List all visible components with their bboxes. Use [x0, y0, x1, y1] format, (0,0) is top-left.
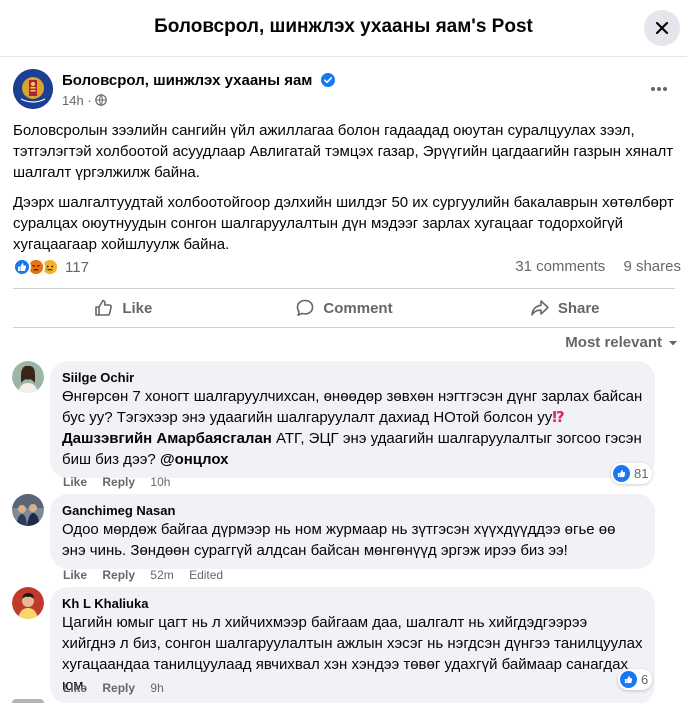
comment-bubble: Siilge Ochir Өнгөрсөн 7 хоногт шалгаруул… [50, 361, 655, 478]
comment-button[interactable]: Comment [234, 289, 455, 327]
like-outline-icon [95, 299, 113, 316]
reactions-summary[interactable]: 117 [13, 257, 89, 277]
share-icon [531, 300, 549, 316]
comment-time[interactable]: 10h [150, 475, 170, 489]
comment-like-button[interactable]: Like [63, 475, 87, 489]
more-horizontal-icon [651, 87, 667, 91]
comment-time[interactable]: 9h [150, 681, 163, 695]
post-time[interactable]: 14h [62, 93, 84, 108]
comment-reaction-count: 6 [641, 672, 649, 687]
avatar[interactable] [12, 494, 44, 526]
comment-actions: Like Reply 10h [63, 475, 182, 489]
globe-icon [95, 94, 108, 106]
comment-like-button[interactable]: Like [63, 568, 87, 582]
mention-link[interactable]: @онцлох [160, 451, 229, 468]
dialog-title: Боловсрол, шинжлэх ухааны яам's Post [154, 16, 533, 37]
comment-actions: Like Reply 9h [63, 681, 176, 695]
sort-label: Most relevant [565, 334, 662, 351]
ministry-logo-icon [13, 69, 53, 109]
comment-label: Comment [323, 299, 393, 317]
like-icon [13, 258, 31, 276]
comment-text: Одоо мөрдөж байгаа дүрмээр нь ном журмаа… [62, 521, 616, 559]
comment-reactions[interactable]: 81 [611, 463, 653, 484]
avatar[interactable] [12, 361, 44, 393]
comment-reaction-count: 81 [634, 466, 649, 481]
comment-reply-button[interactable]: Reply [102, 681, 135, 695]
comment-reactions[interactable]: 6 [618, 669, 653, 690]
shares-count[interactable]: 9 shares [623, 258, 681, 275]
post-text: Боловсролын зээлийн сангийн үйл ажиллага… [13, 120, 678, 264]
more-options-button[interactable] [647, 79, 671, 99]
share-label: Share [557, 299, 600, 317]
dialog-header: Боловсрол, шинжлэх ухааны яам's Post [0, 0, 687, 57]
comment-icon [297, 299, 314, 316]
comment-bubble: Ganchimeg Nasan Одоо мөрдөж байгаа дүрмэ… [50, 494, 655, 569]
avatar[interactable] [12, 587, 44, 619]
comment-actions: Like Reply 52m Edited [63, 568, 235, 582]
comments-count[interactable]: 31 comments [515, 258, 605, 275]
edited-label: Edited [189, 568, 224, 582]
close-icon [655, 21, 669, 35]
like-icon [620, 671, 637, 688]
interrobang-emoji: ⁉ [552, 409, 565, 426]
page-avatar[interactable] [13, 69, 53, 109]
comment-like-button[interactable]: Like [63, 681, 87, 695]
post-header: Боловсрол, шинжлэх ухааны яам 14h · [13, 69, 673, 113]
comment-author[interactable]: Siilge Ochir [62, 369, 643, 386]
page-name-text[interactable]: Боловсрол, шинжлэх ухааны яам [62, 72, 312, 89]
post-stats: 31 comments 9 shares [501, 258, 681, 275]
like-label: Like [122, 299, 153, 317]
chevron-down-icon [669, 340, 677, 345]
comment-reply-button[interactable]: Reply [102, 568, 135, 582]
divider [13, 327, 675, 328]
comment-reply-button[interactable]: Reply [102, 475, 135, 489]
reaction-count[interactable]: 117 [65, 259, 89, 276]
comment-author[interactable]: Ganchimeg Nasan [62, 502, 643, 519]
post-paragraph: Дээрх шалгалтуудтай холбоотойгоор дэлхий… [13, 194, 674, 253]
post-meta: 14h · [62, 93, 108, 108]
page-name[interactable]: Боловсрол, шинжлэх ухааны яам [62, 72, 335, 89]
comment-author[interactable]: Kh L Khaliuka [62, 595, 643, 612]
like-button[interactable]: Like [13, 289, 234, 327]
post-paragraph: Боловсролын зээлийн сангийн үйл ажиллага… [13, 122, 674, 181]
share-button[interactable]: Share [454, 289, 675, 327]
comment-text: Өнгөрсөн 7 хоногт шалгаруулчихсан, өнөөд… [62, 386, 643, 470]
verified-badge-icon [320, 73, 335, 87]
comment-sort-dropdown[interactable]: Most relevant [565, 334, 678, 351]
post-action-bar: Like Comment Share [13, 289, 675, 327]
like-icon [613, 465, 630, 482]
avatar[interactable] [12, 699, 44, 703]
close-button[interactable] [644, 10, 680, 46]
comment-time[interactable]: 52m [150, 568, 173, 582]
mention-link[interactable]: Дашзэвгийн Амарбаясгалан [62, 430, 272, 447]
